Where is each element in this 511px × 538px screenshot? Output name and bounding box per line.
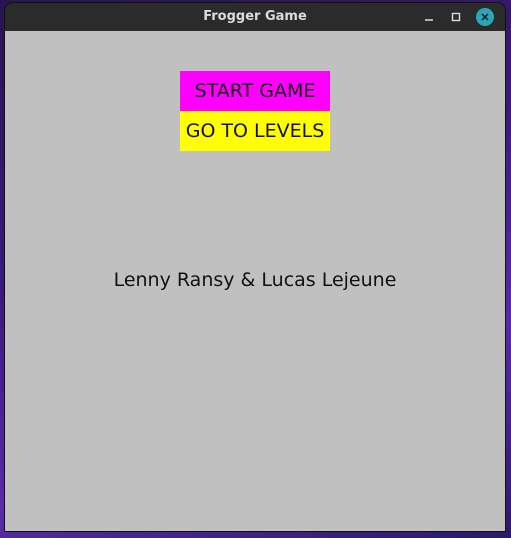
close-icon xyxy=(481,13,489,21)
title-bar[interactable]: Frogger Game xyxy=(5,3,505,31)
credits-text: Lenny Ransy & Lucas Lejeune xyxy=(113,269,397,291)
go-to-levels-button[interactable]: GO TO LEVELS xyxy=(180,111,330,151)
start-game-button[interactable]: START GAME xyxy=(180,71,330,111)
close-button[interactable] xyxy=(476,8,494,26)
app-window: Frogger Game START GAME GO TO LEVELS Len… xyxy=(5,3,505,531)
maximize-icon xyxy=(451,12,461,22)
game-canvas: START GAME GO TO LEVELS Lenny Ransy & Lu… xyxy=(5,31,505,531)
minimize-icon xyxy=(425,19,433,21)
minimize-button[interactable] xyxy=(420,8,438,26)
maximize-button[interactable] xyxy=(447,8,465,26)
